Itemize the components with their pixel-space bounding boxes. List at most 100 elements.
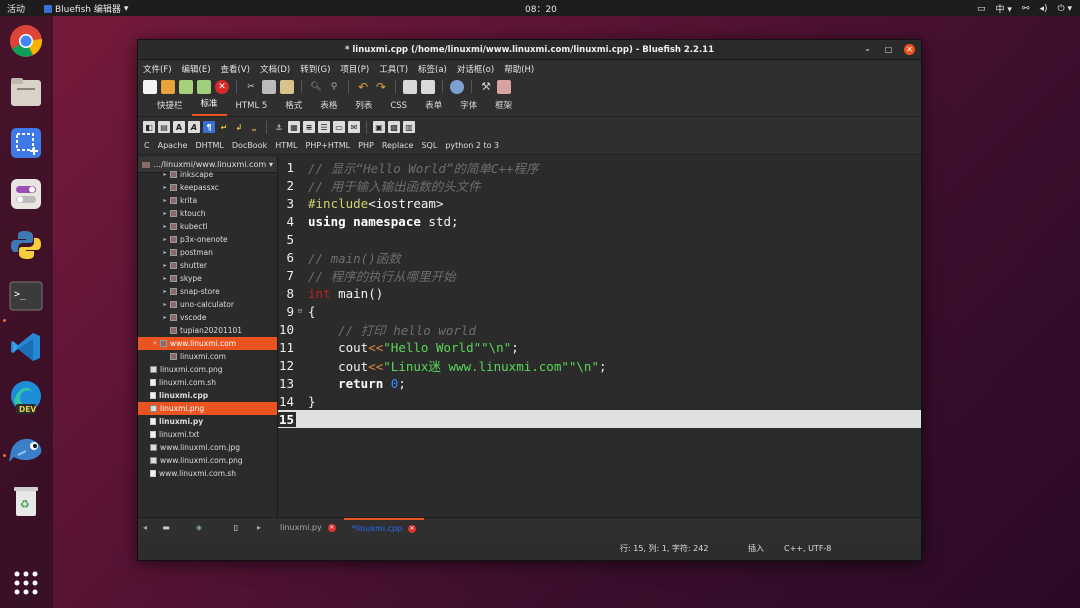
- clock[interactable]: 08：20: [525, 2, 557, 15]
- trash-icon[interactable]: ♻: [7, 482, 45, 520]
- file-tree-item[interactable]: linuxmi.cpp: [138, 389, 277, 402]
- files-icon[interactable]: [7, 73, 45, 111]
- system-tray[interactable]: ▭ 中 ▾ ⚯ ◂) ⏻ ▾: [977, 2, 1072, 16]
- file-tree-item[interactable]: ▸ keepassxc: [138, 181, 277, 194]
- redo-icon[interactable]: ↷: [374, 80, 388, 94]
- italic-icon[interactable]: A: [188, 121, 200, 133]
- file-tree-item[interactable]: ▸ ktouch: [138, 207, 277, 220]
- image-icon[interactable]: ▣: [373, 121, 385, 133]
- menu-item[interactable]: 项目(P): [340, 63, 369, 75]
- toolbar-tab[interactable]: 标准: [191, 97, 227, 116]
- chevron-right-icon[interactable]: ▸: [160, 171, 170, 178]
- multi-thumbnail-icon[interactable]: ▥: [403, 121, 415, 133]
- paragraph-icon[interactable]: ¶: [203, 121, 215, 133]
- new-file-icon[interactable]: [143, 79, 157, 94]
- bookmark-tab[interactable]: python 2 to 3: [445, 141, 499, 150]
- bookmark-tab[interactable]: C: [144, 141, 150, 150]
- email-icon[interactable]: ✉: [348, 121, 360, 133]
- toolbar-tab[interactable]: 表单: [416, 99, 451, 116]
- toolbar-tab[interactable]: 列表: [346, 99, 381, 116]
- menu-item[interactable]: 转到(G): [300, 63, 330, 75]
- chevron-right-icon[interactable]: ▸: [254, 523, 264, 532]
- file-tree-item[interactable]: www.linuxmi.com.png: [138, 454, 277, 467]
- bookmark-icon[interactable]: ◈: [180, 523, 218, 532]
- tools-icon[interactable]: ⚒: [479, 80, 493, 94]
- chrome-icon[interactable]: [7, 22, 45, 60]
- settings-toggle-icon[interactable]: [7, 175, 45, 213]
- anchor-icon[interactable]: ⚓: [273, 121, 285, 133]
- file-tree-item[interactable]: ▸ shutter: [138, 259, 277, 272]
- paste-icon[interactable]: [280, 79, 294, 94]
- new-doc-icon[interactable]: ▯: [218, 523, 254, 532]
- file-tree-item[interactable]: ▸ p3x-onenote: [138, 233, 277, 246]
- replace-icon[interactable]: ⚲: [327, 80, 341, 94]
- file-tree-item[interactable]: ▸ uno-calculator: [138, 298, 277, 311]
- body-icon[interactable]: ▤: [158, 121, 170, 133]
- show-apps-icon[interactable]: [7, 564, 45, 602]
- file-tree-item[interactable]: ▾ www.linuxmi.com: [138, 337, 277, 350]
- menu-item[interactable]: 文档(D): [260, 63, 290, 75]
- file-encoding[interactable]: C++, UTF-8: [784, 544, 831, 553]
- title-bar[interactable]: * linuxmi.cpp (/home/linuxmi/www.linuxmi…: [138, 40, 921, 60]
- file-tree-item[interactable]: linuxmi.com.png: [138, 363, 277, 376]
- file-tree-item[interactable]: www.linuxmi.com.sh: [138, 467, 277, 480]
- document-tab[interactable]: *linuxmi.cpp ✕: [343, 518, 425, 537]
- screenshot-icon[interactable]: [7, 124, 45, 162]
- comment-icon[interactable]: ▭: [333, 121, 345, 133]
- menu-item[interactable]: 文件(F): [143, 63, 172, 75]
- chevron-right-icon[interactable]: ▸: [160, 301, 170, 308]
- break-clear-icon[interactable]: ↲: [233, 121, 245, 133]
- bluefish-icon[interactable]: [7, 430, 45, 468]
- chevron-right-icon[interactable]: ▸: [160, 262, 170, 269]
- toolbar-tab[interactable]: 格式: [276, 99, 311, 116]
- insert-mode[interactable]: 插入: [748, 543, 764, 554]
- bookmark-tab[interactable]: DocBook: [232, 141, 267, 150]
- document-tab[interactable]: linuxmi.py ✕: [272, 518, 344, 537]
- bookmark-tab[interactable]: PHP+HTML: [306, 141, 351, 150]
- file-tree-item[interactable]: tupian20201101: [138, 324, 277, 337]
- toolbar-tab[interactable]: 表格: [311, 99, 346, 116]
- undo-icon[interactable]: ↶: [356, 80, 370, 94]
- toolbar-tab[interactable]: 框架: [486, 99, 521, 116]
- code-editor[interactable]: 1 // 显示“Hello World”的简单C++程序 2 // 用于输入输出函数的…: [278, 157, 921, 517]
- file-tree-item[interactable]: linuxmi.py: [138, 415, 277, 428]
- terminal-icon[interactable]: >_: [7, 277, 45, 315]
- close-file-icon[interactable]: ✕: [215, 79, 229, 94]
- file-tree-item[interactable]: ▸ vscode: [138, 311, 277, 324]
- cut-icon[interactable]: ✂: [244, 80, 258, 94]
- file-tree-item[interactable]: ▸ krita: [138, 194, 277, 207]
- chevron-right-icon[interactable]: ▸: [160, 210, 170, 217]
- file-tree-item[interactable]: linuxmi.com: [138, 350, 277, 363]
- file-tree-item[interactable]: ▸ inkscape: [138, 168, 277, 181]
- open-file-icon[interactable]: [161, 79, 175, 94]
- network-icon[interactable]: ⚯: [1022, 4, 1030, 14]
- save-as-icon[interactable]: [197, 79, 211, 94]
- menu-item[interactable]: 编辑(E): [182, 63, 211, 75]
- file-tree-item[interactable]: ▸ postman: [138, 246, 277, 259]
- copy-icon[interactable]: [262, 79, 276, 94]
- chevron-right-icon[interactable]: ▸: [160, 223, 170, 230]
- chevron-right-icon[interactable]: ▸: [160, 314, 170, 321]
- close-icon[interactable]: ✕: [327, 523, 336, 532]
- quickstart-icon[interactable]: ◧: [143, 121, 155, 133]
- rule-icon[interactable]: ▦: [288, 121, 300, 133]
- indent-right-icon[interactable]: [421, 79, 435, 94]
- preferences-icon[interactable]: [497, 79, 511, 94]
- python-icon[interactable]: [7, 226, 45, 264]
- edge-dev-icon[interactable]: DEV: [7, 379, 45, 417]
- save-icon[interactable]: [179, 79, 193, 94]
- menu-item[interactable]: 标签(a): [418, 63, 447, 75]
- window-icon[interactable]: ▭: [977, 4, 986, 14]
- bookmark-tab[interactable]: Replace: [382, 141, 414, 150]
- preview-icon[interactable]: [450, 79, 464, 94]
- nbsp-icon[interactable]: ⎵: [248, 121, 260, 133]
- chevron-right-icon[interactable]: ▸: [160, 288, 170, 295]
- search-icon[interactable]: 🔍︎: [309, 80, 323, 94]
- chevron-left-icon[interactable]: ◂: [138, 523, 152, 532]
- thumbnail-icon[interactable]: ▩: [388, 121, 400, 133]
- chevron-right-icon[interactable]: ▸: [160, 184, 170, 191]
- break-icon[interactable]: ↵: [218, 121, 230, 133]
- fold-icon[interactable]: ⊟: [296, 307, 304, 315]
- toolbar-tab[interactable]: CSS: [381, 101, 416, 116]
- file-tree-item[interactable]: linuxmi.com.sh: [138, 376, 277, 389]
